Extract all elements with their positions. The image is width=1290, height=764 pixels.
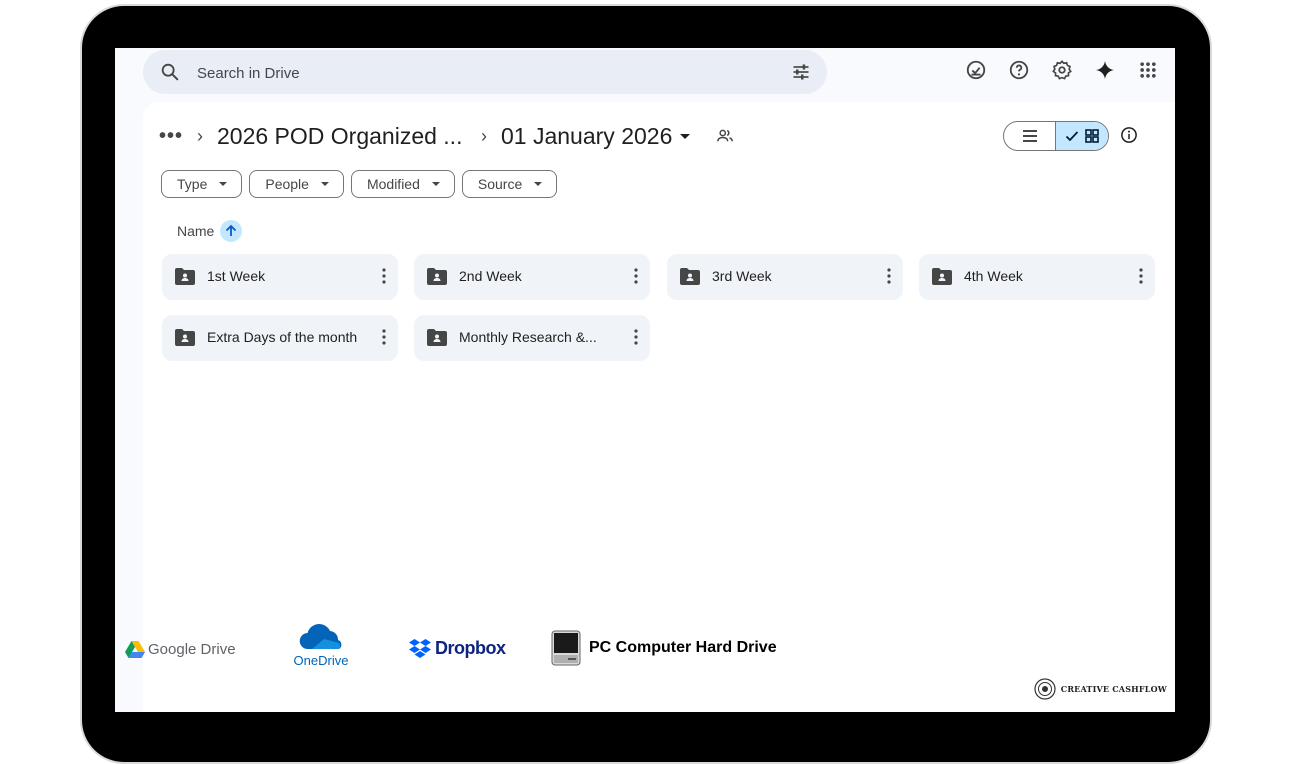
filter-source-chip[interactable]: Source [461,170,558,198]
folder-card[interactable]: 3rd Week [667,254,903,300]
hard-drive-label: PC Computer Hard Drive [589,639,777,656]
google-drive-logo: Google Drive [125,641,236,658]
google-drive-icon [125,641,145,658]
dropdown-caret-icon [219,182,228,186]
google-drive-label: Google Drive [148,641,236,658]
dropdown-caret-icon [431,182,440,186]
filter-type-label: Type [177,176,208,192]
settings-icon[interactable] [1051,59,1073,81]
filter-chips: Type People Modified Source [161,170,564,198]
search-input[interactable] [195,60,759,86]
grid-view-button[interactable] [1056,122,1108,150]
search-options-icon[interactable] [791,62,811,82]
more-options-icon[interactable] [887,268,891,284]
dropbox-label: Dropbox [435,638,506,658]
folder-card[interactable]: 4th Week [919,254,1155,300]
dropdown-caret-icon [534,182,543,186]
shared-folder-icon [427,268,447,285]
gemini-sparkle-icon[interactable] [1094,59,1116,81]
folder-card[interactable]: 1st Week [162,254,398,300]
filter-source-label: Source [477,176,523,192]
more-options-icon[interactable] [634,268,638,284]
hard-drive-icon [551,630,581,666]
filter-people-label: People [265,176,309,192]
view-toggle [1003,121,1109,151]
filter-modified-chip[interactable]: Modified [350,170,455,198]
drive-screen: ••• › 2026 POD Organized ... › 01 Januar… [115,48,1175,712]
shared-folder-icon [427,329,447,346]
shared-users-icon[interactable] [716,127,734,145]
folder-card[interactable]: Extra Days of the month [162,315,398,361]
offline-status-icon[interactable] [965,59,987,81]
storage-logos: Google Drive OneDrive Dropbox PC Compute… [115,623,815,673]
breadcrumb-more-button[interactable]: ••• [159,125,183,148]
arrow-up-icon [226,224,237,236]
folder-card[interactable]: Monthly Research &... [414,315,650,361]
header-icons [965,59,1175,81]
folder-name: Monthly Research &... [459,329,597,345]
folder-name: 3rd Week [712,268,772,284]
onedrive-cloud-icon [299,624,342,650]
filter-modified-label: Modified [366,176,420,192]
creative-cashflow-brand: CREATIVE CASHFLOW [1034,678,1167,700]
shared-folder-icon [680,268,700,285]
more-options-icon[interactable] [634,329,638,345]
search-icon[interactable] [159,61,181,83]
sort-name-label[interactable]: Name [177,223,214,239]
help-icon[interactable] [1008,59,1030,81]
folder-menu-caret-icon[interactable] [680,133,691,139]
breadcrumb: ••• › 2026 POD Organized ... › 01 Januar… [159,120,734,152]
chevron-right-icon: › [197,125,203,146]
apps-grid-icon[interactable] [1137,59,1159,81]
sort-header: Name [177,220,243,242]
grid-icon [1085,129,1099,143]
onedrive-logo: OneDrive [291,623,351,668]
dropdown-caret-icon [320,182,329,186]
shared-folder-icon [932,268,952,285]
dropbox-icon [409,638,431,658]
brand-emblem-icon [1034,678,1056,700]
sort-direction-button[interactable] [220,220,243,242]
info-icon[interactable] [1120,126,1138,144]
shared-folder-icon [175,329,195,346]
check-icon [1065,131,1079,142]
folder-name: 1st Week [207,268,266,284]
breadcrumb-parent-folder[interactable]: 2026 POD Organized ... [217,123,467,150]
filter-type-chip[interactable]: Type [161,170,243,198]
chevron-right-icon: › [481,125,487,146]
more-options-icon[interactable] [382,268,386,284]
filter-people-chip[interactable]: People [249,170,344,198]
hard-drive-logo: PC Computer Hard Drive [551,630,777,666]
folder-name: 2nd Week [459,268,522,284]
list-icon [1022,130,1037,142]
brand-label: CREATIVE CASHFLOW [1060,684,1167,694]
search-bar[interactable] [143,50,827,94]
onedrive-label: OneDrive [293,653,349,668]
dropbox-logo: Dropbox [409,638,506,659]
more-options-icon[interactable] [382,329,386,345]
folder-name: Extra Days of the month [207,329,358,345]
folder-card[interactable]: 2nd Week [414,254,650,300]
list-view-button[interactable] [1004,122,1056,150]
breadcrumb-current-folder[interactable]: 01 January 2026 [501,123,672,150]
shared-folder-icon [175,268,195,285]
more-options-icon[interactable] [1139,268,1143,284]
folder-name: 4th Week [964,268,1023,284]
